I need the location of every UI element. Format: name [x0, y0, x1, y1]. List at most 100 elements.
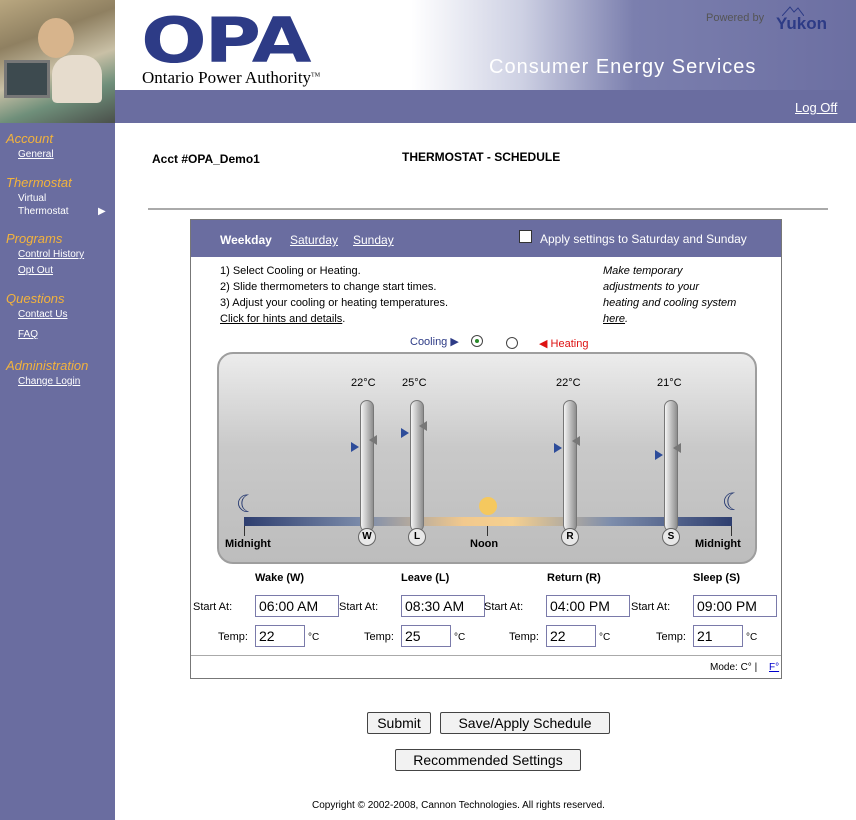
- header-photo: [0, 0, 115, 123]
- axis-label-end: Midnight: [695, 538, 741, 550]
- start-time-input[interactable]: 04:00 PM: [546, 595, 630, 617]
- temporary-line-4: here.: [603, 313, 628, 325]
- thermometer-slider[interactable]: [563, 400, 577, 532]
- thermometer-bulb: R: [561, 528, 579, 546]
- start-time-input[interactable]: 09:00 PM: [693, 595, 777, 617]
- temp-unit: °C: [746, 632, 758, 643]
- temporary-line-2: adjustments to your: [603, 281, 699, 293]
- apply-weekend-checkbox[interactable]: [519, 230, 532, 243]
- mode-c: Mode: C°: [710, 662, 752, 673]
- temp-label: Temp:: [218, 631, 248, 643]
- temp-unit: °C: [599, 632, 611, 643]
- sidebar-item-opt-out[interactable]: Opt Out: [18, 265, 53, 276]
- moon-icon: ☾: [236, 491, 258, 518]
- active-arrow-icon: ▶: [98, 206, 106, 217]
- tab-sunday[interactable]: Sunday: [353, 233, 394, 247]
- heating-marker-icon[interactable]: [419, 421, 427, 431]
- mode-f-link[interactable]: F°: [769, 662, 779, 673]
- period-temp-display: 22°C: [351, 377, 376, 389]
- heating-marker-icon[interactable]: [369, 435, 377, 445]
- opa-logo: OPA: [141, 4, 312, 77]
- temp-unit: °C: [308, 632, 320, 643]
- org-name-text: Ontario Power Authority: [142, 68, 312, 87]
- logoff-link[interactable]: Log Off: [795, 100, 837, 115]
- temporary-line-1: Make temporary: [603, 265, 683, 277]
- hints-period: .: [342, 313, 346, 325]
- recommended-settings-button[interactable]: Recommended Settings: [395, 749, 581, 771]
- temp-label: Temp:: [656, 631, 686, 643]
- temp-input[interactable]: 22: [546, 625, 596, 647]
- submit-button[interactable]: Submit: [367, 712, 431, 734]
- tick-noon: [487, 526, 488, 536]
- mode-sep: |: [754, 662, 758, 673]
- cooling-marker-icon[interactable]: [351, 442, 359, 452]
- sidebar-heading-questions: Questions: [6, 291, 65, 306]
- axis-label-noon: Noon: [470, 538, 499, 550]
- cooling-marker-icon[interactable]: [655, 450, 663, 460]
- temp-input[interactable]: 22: [255, 625, 305, 647]
- temp-input[interactable]: 25: [401, 625, 451, 647]
- heating-arrow-icon: ◀: [539, 338, 548, 350]
- cooling-marker-icon[interactable]: [554, 443, 562, 453]
- temp-label: Temp:: [509, 631, 539, 643]
- sidebar-item-thermostat[interactable]: Thermostat: [18, 206, 69, 217]
- service-title: Consumer Energy Services: [489, 56, 757, 78]
- cooling-text: Cooling: [410, 336, 448, 348]
- period-heading: Wake (W): [255, 572, 305, 584]
- start-at-label: Start At:: [193, 601, 233, 613]
- timeline-track: [244, 517, 732, 526]
- period-temp-display: 22°C: [556, 377, 581, 389]
- temp-input[interactable]: 21: [693, 625, 743, 647]
- sidebar-heading-thermostat: Thermostat: [6, 175, 72, 190]
- sidebar-item-virtual[interactable]: Virtual: [18, 193, 46, 204]
- save-apply-button[interactable]: Save/Apply Schedule: [440, 712, 610, 734]
- apply-weekend-label: Apply settings to Saturday and Sunday: [540, 232, 747, 246]
- heating-marker-icon[interactable]: [572, 436, 580, 446]
- cooling-radio[interactable]: [471, 335, 483, 347]
- temporary-period: .: [625, 313, 629, 325]
- period-heading: Sleep (S): [693, 572, 741, 584]
- thermometer-slider[interactable]: [410, 400, 424, 532]
- sidebar-heading-account: Account: [6, 131, 53, 146]
- sidebar-item-control-history[interactable]: Control History: [18, 249, 84, 260]
- page-title: THERMOSTAT - SCHEDULE: [402, 150, 561, 164]
- cooling-arrow-icon: ▶: [450, 336, 459, 348]
- powered-by-label: Powered by: [706, 12, 765, 24]
- heating-text: Heating: [550, 338, 589, 350]
- hints-link[interactable]: Click for hints and details: [220, 313, 342, 325]
- instruction-3: 3) Adjust your cooling or heating temper…: [220, 297, 449, 309]
- sidebar-item-contact-us[interactable]: Contact Us: [18, 309, 67, 320]
- org-name: Ontario Power AuthorityTM: [142, 68, 320, 88]
- divider: [148, 208, 828, 210]
- sidebar-item-change-login[interactable]: Change Login: [18, 376, 80, 387]
- header-nav-bar: [115, 90, 856, 123]
- heating-label: ◀ Heating: [539, 337, 588, 350]
- thermometer-slider[interactable]: [360, 400, 374, 532]
- tab-weekday[interactable]: Weekday: [220, 233, 272, 247]
- sidebar: Account General Thermostat Virtual Therm…: [0, 123, 115, 820]
- start-time-input[interactable]: 06:00 AM: [255, 595, 339, 617]
- sidebar-item-faq[interactable]: FAQ: [18, 329, 38, 340]
- sun-icon: [479, 497, 497, 515]
- cooling-marker-icon[interactable]: [401, 428, 409, 438]
- heating-marker-icon[interactable]: [673, 443, 681, 453]
- instruction-1: 1) Select Cooling or Heating.: [220, 265, 361, 277]
- tab-saturday[interactable]: Saturday: [290, 233, 338, 247]
- thermometer-bulb: W: [358, 528, 376, 546]
- start-time-input[interactable]: 08:30 AM: [401, 595, 485, 617]
- hints-line: Click for hints and details.: [220, 313, 345, 325]
- sidebar-heading-administration: Administration: [6, 358, 89, 373]
- heating-radio[interactable]: [506, 337, 518, 349]
- cooling-label: Cooling ▶: [410, 335, 459, 348]
- instruction-2: 2) Slide thermometers to change start ti…: [220, 281, 437, 293]
- period-heading: Leave (L): [401, 572, 450, 584]
- temp-label: Temp:: [364, 631, 394, 643]
- thermometer-slider[interactable]: [664, 400, 678, 532]
- period-heading: Return (R): [547, 572, 601, 584]
- axis-label-start: Midnight: [225, 538, 271, 550]
- copyright: Copyright © 2002-2008, Cannon Technologi…: [312, 800, 605, 811]
- sidebar-item-general[interactable]: General: [18, 149, 54, 160]
- temporary-here-link[interactable]: here: [603, 313, 625, 325]
- sidebar-heading-programs: Programs: [6, 231, 63, 246]
- tick-midnight-end: [731, 526, 732, 536]
